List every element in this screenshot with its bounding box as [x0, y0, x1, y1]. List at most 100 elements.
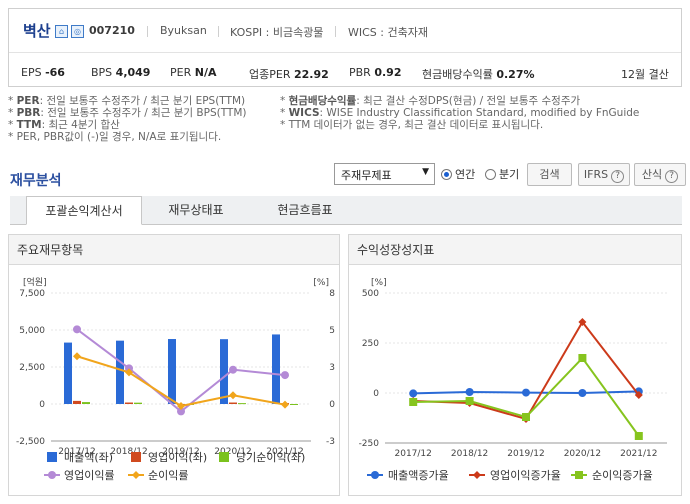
point-net-income-growth [409, 398, 418, 406]
section-title: 재무분석 [10, 173, 62, 189]
y-tick-label: 250 [362, 339, 379, 349]
right-axis-unit: [%] [313, 278, 329, 288]
market-sector: KOSPI : 비금속광물 [230, 26, 324, 39]
legend-swatch [219, 452, 229, 462]
x-tick-label: 2018/12 [451, 449, 488, 459]
company-info-icon[interactable]: ◎ [71, 25, 84, 38]
statement-type-select[interactable]: 주재무제표 ▼ [334, 163, 435, 185]
y-axis-unit: [%] [371, 278, 387, 288]
bar-operating-income [229, 402, 237, 404]
point-revenue-growth [578, 389, 587, 397]
bar-operating-income [125, 402, 133, 404]
legend-label: 매출액(좌) [64, 451, 113, 464]
select-value: 주재무제표 [341, 169, 392, 182]
legend-swatch [575, 471, 583, 479]
bar-revenue [116, 340, 124, 404]
metric-pbr: PBR 0.92 [349, 66, 402, 79]
legend-label: 영업이익(좌) [148, 451, 207, 464]
y-right-tick-label: 0 [329, 400, 335, 410]
radio-annual[interactable] [441, 169, 452, 180]
divider [218, 26, 219, 37]
bar-revenue [220, 339, 228, 404]
note-item: * TTM: 최근 4분기 합산 [8, 119, 120, 131]
bar-net-income [82, 402, 90, 404]
point-operating-margin [281, 371, 289, 380]
point-net-income-growth [465, 397, 474, 405]
statement-tabs: 포괄손익계산서 재무상태표 현금흐름표 [10, 196, 682, 225]
x-tick-label: 2017/12 [395, 449, 432, 459]
note-item: * PER, PBR값이 (-)일 경우, N/A로 표기됩니다. [8, 131, 222, 143]
tab-balance-sheet[interactable]: 재무상태표 [142, 196, 250, 225]
point-net-income-growth [578, 354, 587, 362]
company-name[interactable]: 벽산 [23, 20, 51, 41]
legend-swatch [473, 471, 481, 479]
point-revenue-growth [522, 388, 530, 397]
y-tick-label: 0 [373, 389, 379, 399]
metric-bps: BPS 4,049 [91, 66, 151, 79]
y-tick-label: 500 [362, 289, 379, 299]
growth-chart: [%]500 250 0 -250 2017/12 2018/12 2019/12 2020/… [359, 278, 667, 482]
legend-label: 순이익증가율 [592, 469, 653, 482]
y-right-tick-label: 5 [329, 326, 335, 336]
help-icon[interactable]: ? [665, 170, 679, 183]
bar-revenue [168, 339, 176, 404]
point-net-margin [73, 352, 81, 361]
settlement-month: 12월 결산 [621, 68, 669, 81]
point-operating-margin [229, 365, 237, 374]
y-left-tick-label: 2,500 [19, 363, 45, 373]
formula-button[interactable]: 산식? [634, 163, 686, 186]
notes-left: * PER: 전일 보통주 수정주가 / 최근 분기 EPS(TTM) * PB… [8, 95, 288, 143]
stock-metrics: EPS -66 BPS 4,049 PER N/A 업종PER 22.92 PB… [9, 53, 681, 87]
stock-header-top: 벽산 ⌂ ◎ 007210 Byuksan KOSPI : 비금속광물 WICS… [9, 9, 681, 53]
divider [147, 26, 148, 37]
y-left-tick-label: 5,000 [19, 326, 45, 336]
legend-label: 영업이익률 [64, 469, 115, 482]
financial-items-chart: [억원] [%]7,5005,0002,5000-2,5008530-32017/… [16, 276, 335, 482]
legend-swatch [131, 452, 141, 462]
point-net-margin [281, 400, 289, 409]
x-tick-label: 2020/12 [564, 449, 601, 459]
ifrs-button[interactable]: IFRS? [578, 163, 630, 186]
radio-quarter-label[interactable]: 분기 [499, 166, 519, 182]
legend-swatch [371, 471, 379, 479]
metric-per: PER N/A [170, 66, 217, 79]
chevron-down-icon: ▼ [422, 167, 429, 177]
bar-net-income [238, 403, 246, 405]
y-right-tick-label: 8 [329, 289, 335, 299]
x-tick-label: 2021/12 [620, 449, 657, 459]
y-tick-label: -250 [359, 439, 380, 449]
y-left-tick-label: 7,500 [19, 289, 45, 299]
help-icon[interactable]: ? [611, 170, 625, 183]
stock-code: 007210 [89, 24, 135, 37]
bar-net-income [290, 404, 298, 405]
legend-label: 매출액증가율 [388, 469, 449, 482]
tab-income-statement[interactable]: 포괄손익계산서 [26, 196, 142, 225]
legend-swatch [132, 471, 140, 479]
series-line-operating-income-growth [413, 320, 640, 421]
legend-swatch [48, 471, 56, 479]
tab-cash-flow[interactable]: 현금흐름표 [250, 196, 360, 225]
point-net-income-growth [634, 432, 643, 440]
bar-revenue [64, 342, 72, 404]
wics-sector: WICS : 건축자재 [348, 26, 428, 39]
y-left-tick-label: -2,500 [16, 437, 45, 447]
home-icon[interactable]: ⌂ [55, 25, 68, 38]
series-line-net-margin [76, 355, 286, 408]
bar-revenue [272, 334, 280, 404]
company-english-name: Byuksan [160, 24, 207, 37]
note-item: * TTM 데이터가 없는 경우, 최근 결산 데이터로 표시됩니다. [280, 119, 544, 131]
search-button[interactable]: 검색 [527, 163, 572, 186]
bar-net-income [134, 402, 142, 404]
metric-eps: EPS -66 [21, 66, 65, 79]
legend-swatch [47, 452, 57, 462]
series-line-net-income-growth [413, 356, 640, 437]
legend-label: 순이익률 [148, 469, 188, 482]
financial-items-panel: 주요재무항목 [억원] [%] 7,500 5,000 2,500 0 -2,500 8 5 3 0… [8, 234, 340, 496]
point-revenue-growth [465, 388, 474, 396]
radio-quarter[interactable] [485, 169, 496, 180]
radio-annual-label[interactable]: 연간 [455, 166, 475, 182]
notes-right: * 현금배당수익률: 최근 결산 수정DPS(현금) / 전일 보통주 수정주가… [280, 95, 685, 131]
stock-header: 벽산 ⌂ ◎ 007210 Byuksan KOSPI : 비금속광물 WICS… [8, 8, 682, 87]
legend-label: 영업이익증가율 [490, 469, 561, 482]
point-net-income-growth [522, 413, 530, 421]
